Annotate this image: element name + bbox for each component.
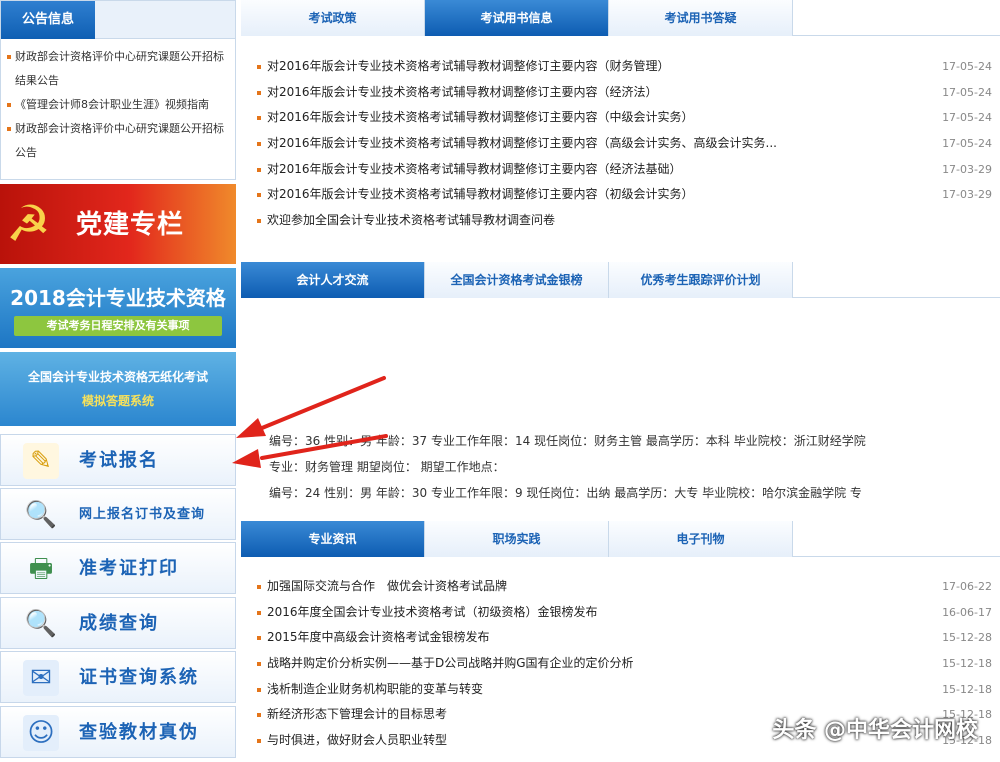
news-title[interactable]: 对2016年版会计专业技术资格考试辅导教材调整修订主要内容（高级会计实务、高级会… <box>267 136 777 150</box>
watermark: 头条 @中华会计网校 <box>772 718 978 743</box>
service-label: 考试报名 <box>79 450 159 471</box>
list-item[interactable]: 2015年度中高级会计资格考试金银榜发布 15-12-28 <box>257 625 992 651</box>
paperless-exam-title: 全国会计专业技术资格无纸化考试 <box>27 370 208 384</box>
list-item[interactable]: 加强国际交流与合作 做优会计资格考试品牌 17-06-22 <box>257 574 992 600</box>
tab-workplace-practice[interactable]: 职场实践 <box>425 521 609 557</box>
list-item[interactable]: 对2016年版会计专业技术资格考试辅导教材调整修订主要内容（财务管理） 17-05… <box>257 54 992 80</box>
right-column: 考试政策 考试用书信息 考试用书答疑 对2016年版会计专业技术资格考试辅导教材… <box>241 0 1000 762</box>
notice-item[interactable]: 财政部会计资格评价中心研究课题公开招标结果公告 <box>5 45 231 93</box>
tab-exam-book-info[interactable]: 考试用书信息 <box>425 0 609 36</box>
news-date: 17-06-22 <box>942 580 992 593</box>
printer-icon: 🖶 <box>28 554 54 584</box>
party-building-banner[interactable]: ☭ 党建专栏 <box>0 184 236 264</box>
news-title[interactable]: 对2016年版会计专业技术资格考试辅导教材调整修订主要内容（初级会计实务） <box>267 187 694 201</box>
talent-list: 编号：36 性别：男 年龄：37 专业工作年限：14 现任岗位：财务主管 最高学… <box>269 428 980 506</box>
news-date: 16-06-17 <box>942 605 992 619</box>
list-item[interactable]: 对2016年版会计专业技术资格考试辅导教材调整修订主要内容（经济法） 17-05-… <box>257 80 992 106</box>
news-date: 15-12-28 <box>942 631 992 645</box>
exam-schedule-banner[interactable]: 2018会计专业技术资格 考试考务日程安排及有关事项 <box>0 268 236 348</box>
news-title[interactable]: 加强国际交流与合作 做优会计资格考试品牌 <box>267 579 507 593</box>
list-item[interactable]: 2016年度全国会计专业技术资格考试（初级资格）金银榜发布 16-06-17 <box>257 600 992 626</box>
list-item[interactable]: 战略并购定价分析实例——基于D公司战略并购G国有企业的定价分析 15-12-18 <box>257 651 992 677</box>
news-title[interactable]: 战略并购定价分析实例——基于D公司战略并购G国有企业的定价分析 <box>267 656 634 670</box>
tab-e-journal[interactable]: 电子刊物 <box>609 521 793 557</box>
professional-news-tabbar: 专业资讯 职场实践 电子刊物 <box>241 521 1000 557</box>
paperless-exam-subtitle: 模拟答题系统 <box>81 394 154 408</box>
left-column: 公告信息 财政部会计资格评价中心研究课题公开招标结果公告 《管理会计师8会计职业… <box>0 0 236 762</box>
service-admission-ticket-print[interactable]: 🖶 准考证打印 <box>0 542 236 594</box>
user-badge-icon: ☺ <box>23 715 59 751</box>
notice-item[interactable]: 财政部会计资格评价中心研究课题公开招标公告 <box>5 117 231 165</box>
news-title[interactable]: 对2016年版会计专业技术资格考试辅导教材调整修订主要内容（财务管理） <box>267 59 670 73</box>
service-certificate-query[interactable]: ✉ 证书查询系统 <box>0 651 236 703</box>
news-title[interactable]: 浅析制造企业财务机构职能的变革与转变 <box>267 682 483 696</box>
paperless-exam-banner[interactable]: 全国会计专业技术资格无纸化考试 模拟答题系统 <box>0 352 236 426</box>
service-textbook-verify[interactable]: ☺ 查验教材真伪 <box>0 706 236 758</box>
news-title[interactable]: 对2016年版会计专业技术资格考试辅导教材调整修订主要内容（中级会计实务） <box>267 110 694 124</box>
document-pen-icon: ✎ <box>23 443 59 479</box>
magnifier-icon: 🔍 <box>24 500 58 530</box>
talent-entry[interactable]: 编号：24 性别：男 年龄：30 专业工作年限：9 现任岗位：出纳 最高学历：大… <box>269 480 980 506</box>
list-item[interactable]: 对2016年版会计专业技术资格考试辅导教材调整修订主要内容（经济法基础） 17-0… <box>257 157 992 183</box>
tab-exam-policy[interactable]: 考试政策 <box>241 0 425 36</box>
news-title[interactable]: 对2016年版会计专业技术资格考试辅导教材调整修订主要内容（经济法） <box>267 85 658 99</box>
exam-book-news-list: 对2016年版会计专业技术资格考试辅导教材调整修订主要内容（财务管理） 17-05… <box>257 54 992 234</box>
news-date: 17-03-29 <box>942 188 992 202</box>
service-label: 网上报名订书及查询 <box>79 507 206 522</box>
exam-schedule-title: 2018会计专业技术资格 <box>10 286 226 310</box>
news-date: 17-05-24 <box>942 137 992 151</box>
tab-honor-roll[interactable]: 全国会计资格考试金银榜 <box>425 262 609 298</box>
service-score-query[interactable]: 🔍 成绩查询 <box>0 597 236 649</box>
notice-tab[interactable]: 公告信息 <box>1 1 95 39</box>
news-title[interactable]: 新经济形态下管理会计的目标思考 <box>267 707 447 721</box>
news-title[interactable]: 欢迎参加全国会计专业技术资格考试辅导教材调查问卷 <box>267 213 555 227</box>
hammer-sickle-icon: ☭ <box>6 195 51 253</box>
news-date: 15-12-18 <box>942 657 992 671</box>
magnifier-icon: 🔍 <box>24 609 58 639</box>
news-title[interactable]: 与时俱进，做好财会人员职业转型 <box>267 733 447 747</box>
exam-info-tabbar: 考试政策 考试用书信息 考试用书答疑 <box>241 0 1000 36</box>
talent-entry[interactable]: 专业：财务管理 期望岗位： 期望工作地点： <box>269 454 980 480</box>
list-item[interactable]: 对2016年版会计专业技术资格考试辅导教材调整修订主要内容（中级会计实务） 17-… <box>257 105 992 131</box>
service-label: 查验教材真伪 <box>79 722 199 743</box>
talent-entry[interactable]: 编号：36 性别：男 年龄：37 专业工作年限：14 现任岗位：财务主管 最高学… <box>269 428 980 454</box>
notice-tab-bar <box>95 1 235 39</box>
notice-item[interactable]: 《管理会计师8会计职业生涯》视频指南 <box>5 93 231 117</box>
service-label: 准考证打印 <box>79 558 179 579</box>
tab-exam-book-faq[interactable]: 考试用书答疑 <box>609 0 793 36</box>
news-title[interactable]: 2016年度全国会计专业技术资格考试（初级资格）金银榜发布 <box>267 605 598 619</box>
news-date: 15-12-18 <box>942 682 992 696</box>
list-item[interactable]: 对2016年版会计专业技术资格考试辅导教材调整修订主要内容（高级会计实务、高级会… <box>257 131 992 157</box>
service-exam-registration[interactable]: ✎ 考试报名 <box>0 434 236 486</box>
notice-list: 财政部会计资格评价中心研究课题公开招标结果公告 《管理会计师8会计职业生涯》视频… <box>5 45 231 165</box>
talent-tabbar: 会计人才交流 全国会计资格考试金银榜 优秀考生跟踪评价计划 <box>241 262 1000 298</box>
tab-candidate-tracking[interactable]: 优秀考生跟踪评价计划 <box>609 262 793 298</box>
list-item[interactable]: 欢迎参加全国会计专业技术资格考试辅导教材调查问卷 <box>257 208 992 234</box>
service-book-order[interactable]: 🔍 网上报名订书及查询 <box>0 488 236 540</box>
tab-professional-news[interactable]: 专业资讯 <box>241 521 425 557</box>
news-date: 17-05-24 <box>942 111 992 125</box>
certificate-icon: ✉ <box>23 660 59 696</box>
news-date: 17-05-24 <box>942 60 992 73</box>
tab-talent-exchange[interactable]: 会计人才交流 <box>241 262 425 298</box>
news-date: 17-05-24 <box>942 85 992 99</box>
notice-panel: 公告信息 财政部会计资格评价中心研究课题公开招标结果公告 《管理会计师8会计职业… <box>0 0 236 180</box>
party-banner-text: 党建专栏 <box>76 210 185 240</box>
service-label: 成绩查询 <box>79 613 159 634</box>
list-item[interactable]: 对2016年版会计专业技术资格考试辅导教材调整修订主要内容（初级会计实务） 17-… <box>257 182 992 208</box>
news-title[interactable]: 2015年度中高级会计资格考试金银榜发布 <box>267 630 490 644</box>
service-label: 证书查询系统 <box>79 667 199 688</box>
news-date: 17-03-29 <box>942 162 992 176</box>
exam-schedule-subtitle: 考试考务日程安排及有关事项 <box>14 316 222 336</box>
news-title[interactable]: 对2016年版会计专业技术资格考试辅导教材调整修订主要内容（经济法基础） <box>267 162 682 176</box>
list-item[interactable]: 浅析制造企业财务机构职能的变革与转变 15-12-18 <box>257 677 992 703</box>
